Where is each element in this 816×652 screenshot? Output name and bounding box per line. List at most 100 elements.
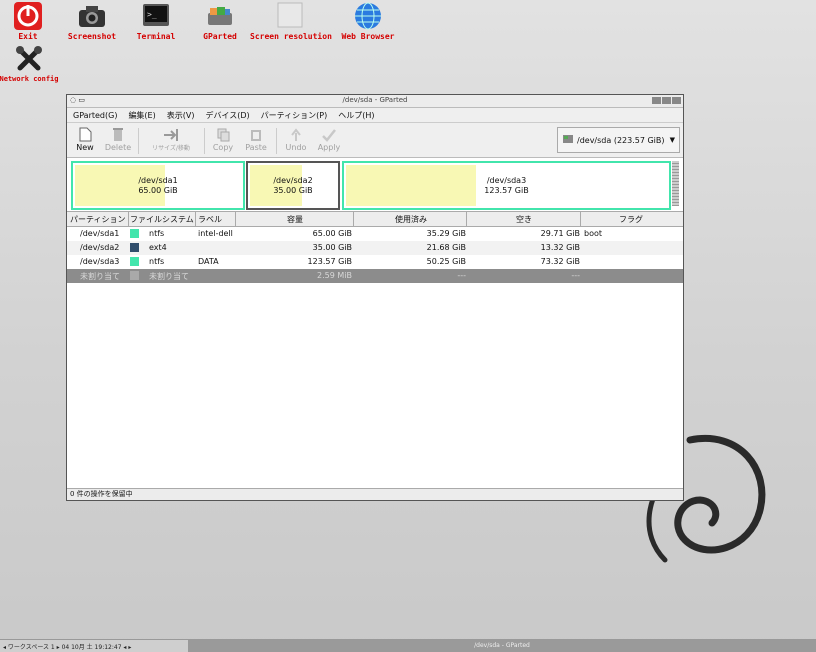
- toolbar: New Delete リサイズ/移動 Copy Paste Undo Apply: [67, 123, 683, 158]
- graph-partition-size: 65.00 GiB: [138, 186, 178, 195]
- paste-button[interactable]: Paste: [239, 126, 273, 152]
- filesystem-color-swatch: [130, 229, 139, 238]
- network-config-label: Network config: [0, 75, 59, 83]
- graph-partition-sda1[interactable]: /dev/sda1 65.00 GiB: [71, 161, 245, 210]
- cell-used: 35.29 GiB: [426, 229, 466, 238]
- checkmark-icon: [312, 126, 346, 143]
- status-bar: 0 件の操作を保留中: [67, 488, 683, 500]
- graph-partition-size: 123.57 GiB: [484, 186, 529, 195]
- window-title: /dev/sda - GParted: [342, 96, 408, 104]
- menu-help[interactable]: ヘルプ(H): [338, 110, 374, 121]
- cell-used: 50.25 GiB: [426, 257, 466, 266]
- globe-icon: [353, 1, 383, 30]
- paste-label: Paste: [245, 143, 267, 152]
- menu-device[interactable]: デバイス(D): [205, 110, 249, 121]
- cell-filesystem: ntfs: [149, 229, 165, 238]
- unallocated-sliver[interactable]: [672, 161, 679, 206]
- menubar: GParted(G) 編集(E) 表示(V) デバイス(D) パーティション(P…: [67, 108, 683, 123]
- close-button[interactable]: [672, 97, 681, 104]
- cell-label: intel-dell: [198, 229, 233, 238]
- cell-filesystem: ntfs: [149, 257, 165, 266]
- cell-free: 29.71 GiB: [540, 229, 580, 238]
- undo-button[interactable]: Undo: [279, 126, 313, 152]
- menu-partition[interactable]: パーティション(P): [261, 110, 328, 121]
- filesystem-color-swatch: [130, 243, 139, 252]
- table-row-selected[interactable]: 未割り当て 未割り当て 2.59 MiB --- ---: [67, 269, 683, 283]
- web-browser-launcher[interactable]: Web Browser: [328, 1, 408, 41]
- graph-partition-size: 35.00 GiB: [273, 186, 313, 195]
- minimize-button[interactable]: [652, 97, 661, 104]
- cell-size: 35.00 GiB: [312, 243, 352, 252]
- cell-free: 13.32 GiB: [540, 243, 580, 252]
- resize-arrow-icon: [143, 126, 199, 143]
- drive-icon: [562, 133, 574, 147]
- menu-view[interactable]: 表示(V): [167, 110, 195, 121]
- graph-partition-name: /dev/sda3: [486, 176, 527, 185]
- column-size[interactable]: 容量: [287, 214, 303, 225]
- resize-move-button[interactable]: リサイズ/移動: [143, 126, 199, 152]
- screen-resolution-launcher[interactable]: Screen resolution: [250, 1, 332, 41]
- menu-gparted[interactable]: GParted(G): [73, 111, 117, 120]
- cell-used: ---: [457, 271, 466, 280]
- display-icon: [275, 1, 305, 29]
- cell-free: ---: [571, 271, 580, 280]
- trash-icon: [101, 126, 135, 143]
- taskbar-window-button[interactable]: /dev/sda - GParted: [188, 640, 816, 652]
- cell-free: 73.32 GiB: [540, 257, 580, 266]
- taskbar: ◂ ワークスペース 1 ▸ 04 10月 土 19:12:47 ◂ ▸ /dev…: [0, 639, 816, 652]
- chevron-down-icon: ▼: [669, 136, 675, 144]
- column-partition[interactable]: パーティション: [70, 214, 126, 225]
- screen-resolution-label: Screen resolution: [250, 32, 332, 41]
- column-free[interactable]: 空き: [516, 214, 532, 225]
- apply-button[interactable]: Apply: [312, 126, 346, 152]
- toolbar-separator: [276, 128, 277, 154]
- copy-icon: [206, 126, 240, 143]
- device-selector[interactable]: /dev/sda (223.57 GiB) ▼: [557, 127, 680, 153]
- graph-partition-name: /dev/sda2: [273, 176, 313, 185]
- table-row[interactable]: /dev/sda2 ext4 35.00 GiB 21.68 GiB 13.32…: [67, 241, 683, 255]
- cell-partition: /dev/sda2: [80, 243, 120, 252]
- network-config-launcher[interactable]: Network config: [0, 44, 69, 83]
- cell-partition: 未割り当て: [80, 272, 120, 281]
- toolbar-separator: [204, 128, 205, 154]
- svg-text:>_: >_: [147, 10, 157, 19]
- paste-icon: [239, 126, 273, 143]
- copy-label: Copy: [212, 143, 234, 152]
- cell-size: 65.00 GiB: [312, 229, 352, 238]
- cell-partition: /dev/sda1: [80, 229, 120, 238]
- column-filesystem[interactable]: ファイルシステム: [130, 214, 194, 225]
- filesystem-color-swatch: [130, 257, 139, 266]
- gparted-label: GParted: [203, 32, 237, 41]
- column-label[interactable]: ラベル: [198, 214, 222, 225]
- table-row[interactable]: /dev/sda1 ntfs intel-dell 65.00 GiB 35.2…: [67, 227, 683, 241]
- web-browser-label: Web Browser: [341, 32, 395, 41]
- delete-label: Delete: [104, 143, 132, 152]
- apply-label: Apply: [317, 143, 341, 152]
- cell-filesystem: 未割り当て: [149, 272, 189, 281]
- undo-label: Undo: [285, 143, 307, 152]
- device-selector-value: /dev/sda (223.57 GiB): [577, 135, 665, 145]
- workspace-switcher[interactable]: ◂ ワークスペース 1 ▸ 04 10月 土 19:12:47 ◂ ▸: [3, 642, 131, 651]
- pending-operations-text: 0 件の操作を保留中: [70, 490, 133, 498]
- maximize-button[interactable]: [662, 97, 671, 104]
- column-flags[interactable]: フラグ: [619, 214, 643, 225]
- gparted-window: ◌ ▭ /dev/sda - GParted GParted(G) 編集(E) …: [66, 94, 684, 501]
- terminal-icon: >_: [141, 1, 171, 29]
- table-row[interactable]: /dev/sda3 ntfs DATA 123.57 GiB 50.25 GiB…: [67, 255, 683, 269]
- copy-button[interactable]: Copy: [206, 126, 240, 152]
- resize-move-label: リサイズ/移動: [152, 145, 190, 152]
- filesystem-color-swatch: [130, 271, 139, 280]
- new-label: New: [76, 143, 94, 152]
- new-document-icon: [68, 126, 102, 143]
- delete-button[interactable]: Delete: [101, 126, 135, 152]
- menu-edit[interactable]: 編集(E): [128, 110, 155, 121]
- gparted-launcher[interactable]: GParted: [180, 1, 260, 41]
- graph-partition-sda2[interactable]: /dev/sda2 35.00 GiB: [246, 161, 340, 210]
- column-used[interactable]: 使用済み: [395, 214, 427, 225]
- graph-partition-sda3[interactable]: /dev/sda3 123.57 GiB: [342, 161, 671, 210]
- partition-graph: /dev/sda1 65.00 GiB /dev/sda2 35.00 GiB /d…: [69, 161, 681, 210]
- window-titlebar[interactable]: ◌ ▭ /dev/sda - GParted: [67, 95, 683, 108]
- cell-size: 123.57 GiB: [307, 257, 352, 266]
- wrench-icon: [14, 44, 44, 72]
- new-button[interactable]: New: [68, 126, 102, 152]
